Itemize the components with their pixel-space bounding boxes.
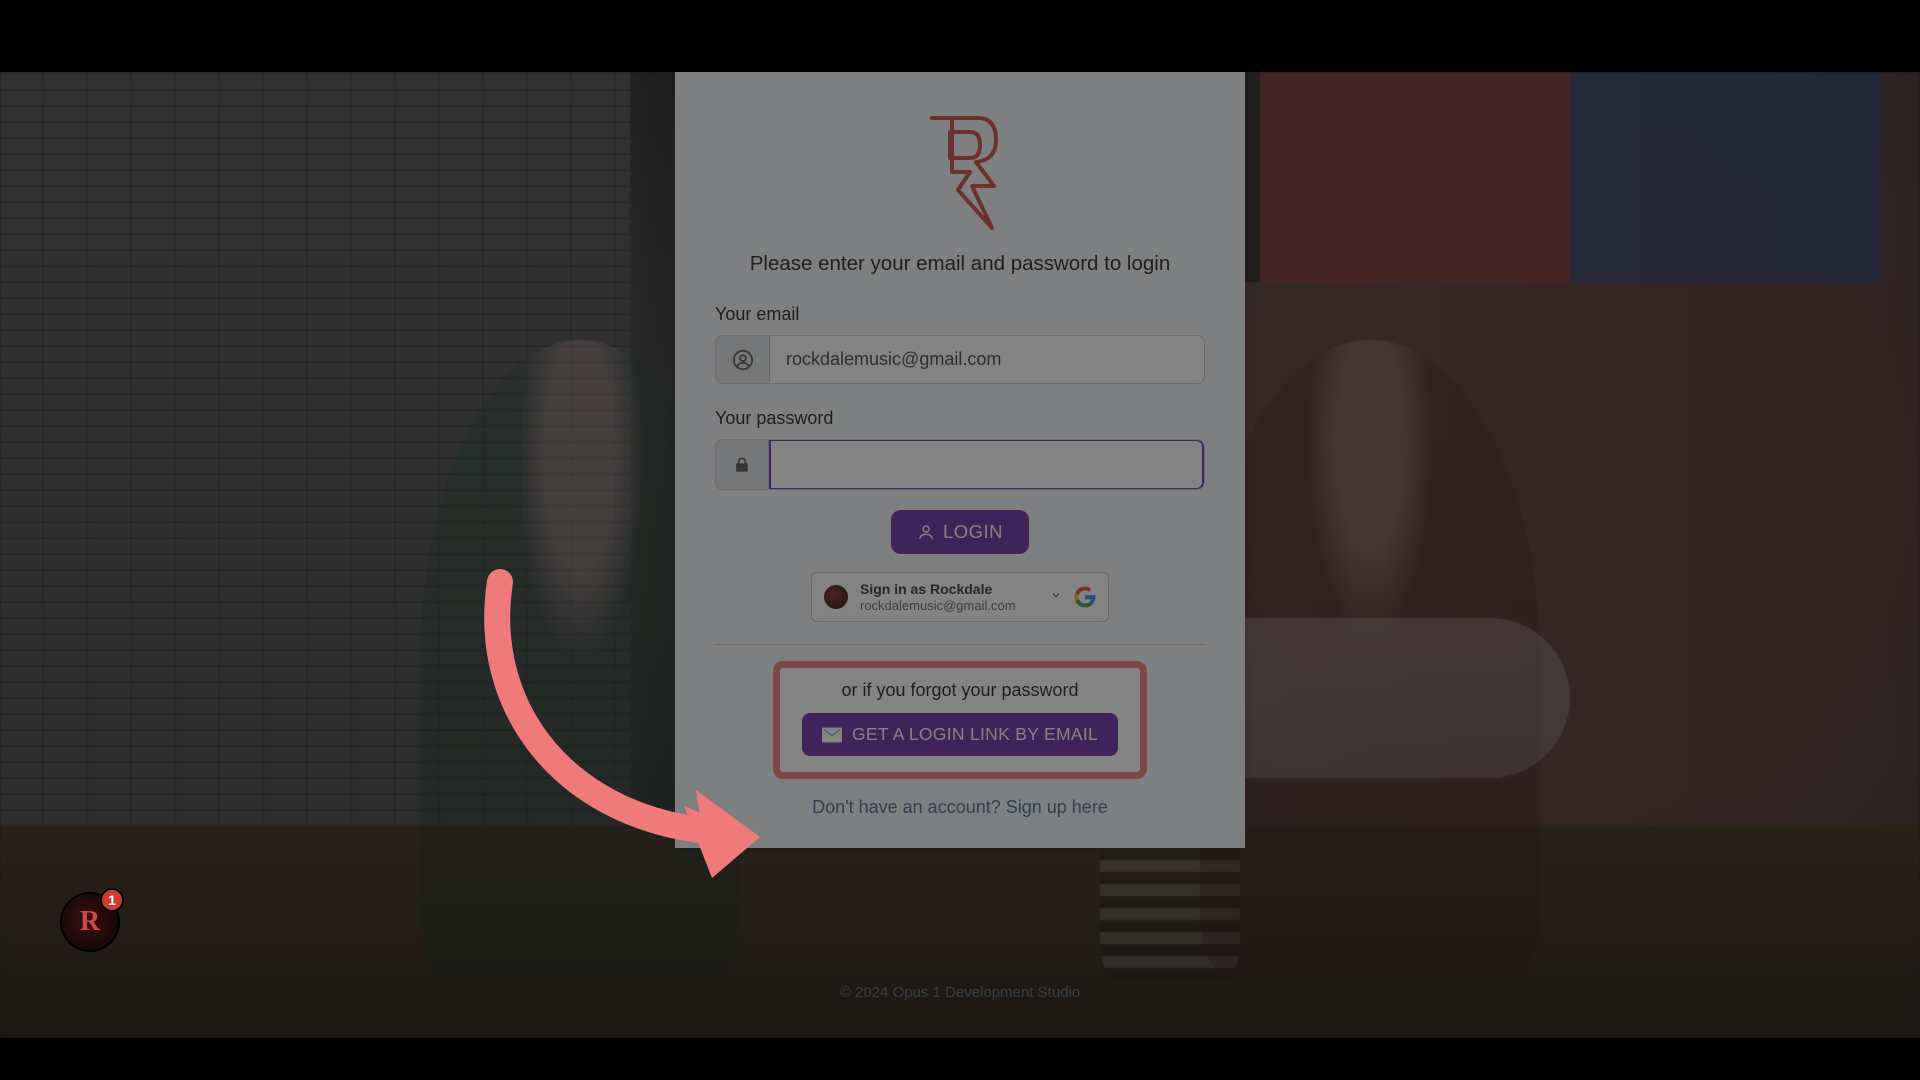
get-login-link-label: GET A LOGIN LINK BY EMAIL bbox=[852, 724, 1098, 745]
forgot-password-highlight: or if you forgot your password GET A LOG… bbox=[773, 661, 1147, 779]
corner-badge-letter: R bbox=[80, 906, 100, 938]
login-card: Please enter your email and password to … bbox=[675, 72, 1245, 848]
chevron-down-icon bbox=[1050, 588, 1062, 606]
get-login-link-button[interactable]: GET A LOGIN LINK BY EMAIL bbox=[802, 713, 1118, 756]
lock-icon bbox=[715, 440, 769, 489]
email-label: Your email bbox=[715, 304, 1205, 325]
password-label: Your password bbox=[715, 408, 1205, 429]
google-signin-line1: Sign in as Rockdale bbox=[860, 581, 1044, 598]
login-prompt: Please enter your email and password to … bbox=[715, 252, 1205, 276]
google-signin-chip[interactable]: Sign in as Rockdale rockdalemusic@gmail.… bbox=[811, 572, 1109, 622]
notification-count-badge: 1 bbox=[100, 888, 124, 912]
google-account-avatar bbox=[824, 585, 848, 609]
email-input[interactable] bbox=[770, 336, 1204, 383]
brand-logo bbox=[918, 112, 1002, 232]
user-icon bbox=[716, 336, 770, 383]
divider bbox=[715, 644, 1205, 645]
login-button-label: LOGIN bbox=[943, 521, 1003, 543]
password-input-row bbox=[715, 439, 1205, 490]
google-signin-line2: rockdalemusic@gmail.com bbox=[860, 598, 1044, 614]
login-button[interactable]: LOGIN bbox=[891, 510, 1029, 554]
google-logo-icon bbox=[1074, 586, 1096, 608]
email-input-row bbox=[715, 335, 1205, 384]
corner-brand-badge[interactable]: R 1 bbox=[60, 892, 120, 952]
password-input[interactable] bbox=[769, 439, 1204, 490]
forgot-password-text: or if you forgot your password bbox=[792, 680, 1128, 701]
signup-link[interactable]: Don't have an account? Sign up here bbox=[715, 797, 1205, 818]
footer-copyright: © 2024 Opus 1 Development Studio bbox=[840, 984, 1080, 1001]
